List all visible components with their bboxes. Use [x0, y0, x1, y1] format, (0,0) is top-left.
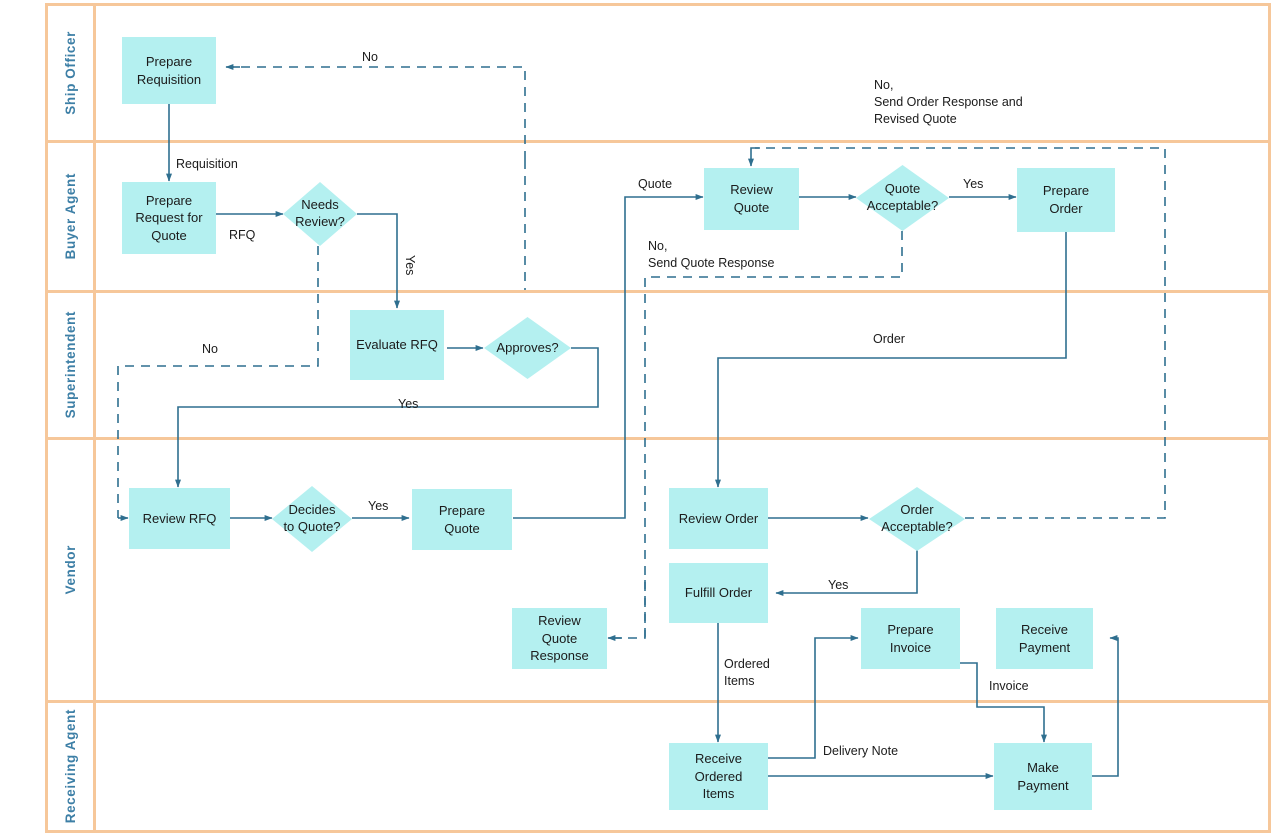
edge-label-no-needs-review: No — [202, 342, 218, 356]
edge-label-yes-needs-review: Yes — [402, 255, 417, 276]
node-make-payment[interactable]: Make Payment — [994, 743, 1092, 810]
node-label-prepare-quote: Prepare Quote — [438, 502, 486, 536]
node-prepare-requisition[interactable]: Prepare Requisition — [122, 37, 216, 104]
node-label-approves: Approves? — [496, 339, 559, 355]
node-receive-payment[interactable]: Receive Payment — [996, 608, 1093, 669]
node-label-prepare-request-quote: Prepare Request for Quote — [135, 192, 203, 243]
edge-no-top — [232, 66, 526, 160]
node-label-decides-to-quote: Decides to Quote? — [283, 502, 341, 534]
node-prepare-invoice[interactable]: Prepare Invoice — [861, 608, 960, 669]
swimlane-diagram: Ship Officer Buyer Agent Superintendent … — [0, 0, 1274, 836]
node-decides-to-quote[interactable]: Decides to Quote? — [272, 486, 352, 552]
edge-label-invoice: Invoice — [989, 679, 1029, 693]
node-review-order[interactable]: Review Order — [669, 488, 768, 549]
edge-label-yes-approves: Yes — [398, 397, 419, 411]
node-label-review-rfq: Review RFQ — [142, 510, 217, 526]
node-label-receive-payment: Receive Payment — [1018, 621, 1071, 655]
edge-label-no-send-quote-response: No, Send Quote Response — [648, 239, 775, 270]
node-label-review-quote-response: Review Quote Response — [530, 613, 589, 664]
node-label-prepare-order: Prepare Order — [1042, 183, 1090, 216]
edge-delivery-note — [768, 635, 859, 759]
connector-layer — [117, 63, 1166, 780]
node-review-quote[interactable]: Review Quote — [704, 168, 799, 230]
node-needs-review[interactable]: Needs Review? — [283, 182, 357, 246]
node-fulfill-order[interactable]: Fulfill Order — [669, 563, 768, 623]
node-label-fulfill-order: Fulfill Order — [684, 585, 753, 601]
edge-invoice — [960, 662, 1047, 743]
node-label-needs-review: Needs Review? — [295, 197, 345, 229]
node-label-make-payment: Make Payment — [1017, 759, 1069, 793]
edge-label-requisition: Requisition — [176, 157, 238, 171]
node-label-review-quote: Review Quote — [730, 182, 773, 215]
edge-label-quote: Quote — [638, 177, 673, 191]
edge-label-yes-order-acceptable: Yes — [828, 578, 849, 592]
edge-label-rfq: RFQ — [229, 228, 256, 242]
edge-label-no-send-order-response: No, Send Order Response and Revised Quot… — [874, 78, 1023, 126]
edge-label-yes-quote-acceptable: Yes — [963, 177, 984, 191]
node-review-rfq[interactable]: Review RFQ — [129, 488, 230, 549]
node-label-review-order: Review Order — [678, 510, 759, 526]
edge-no-send-order-response-arrow — [747, 147, 760, 167]
node-prepare-request-quote[interactable]: Prepare Request for Quote — [122, 182, 216, 254]
edge-label-delivery-note: Delivery Note — [823, 744, 899, 758]
edge-label-no-top: No — [362, 50, 378, 64]
edge-label-yes-decides-quote: Yes — [368, 499, 389, 513]
node-label-order-acceptable: Order Acceptable? — [881, 502, 953, 534]
node-prepare-quote[interactable]: Prepare Quote — [412, 489, 512, 550]
edge-label-order: Order — [873, 332, 905, 346]
edge-no-needs-review — [117, 246, 319, 518]
node-approves[interactable]: Approves? — [484, 317, 571, 379]
node-label-evaluate-rfq: Evaluate RFQ — [356, 337, 438, 353]
node-prepare-order[interactable]: Prepare Order — [1017, 168, 1115, 232]
node-quote-acceptable[interactable]: Quote Acceptable? — [856, 165, 949, 231]
node-order-acceptable[interactable]: Order Acceptable? — [869, 487, 965, 551]
node-label-prepare-requisition: Prepare Requisition — [136, 53, 202, 87]
node-label-prepare-invoice: Prepare Invoice — [887, 621, 934, 655]
node-review-quote-response[interactable]: Review Quote Response — [512, 608, 607, 669]
edge-label-ordered-items: Ordered Items — [724, 657, 770, 688]
node-receive-ordered-items[interactable]: Receive Ordered Items — [669, 743, 768, 810]
node-evaluate-rfq[interactable]: Evaluate RFQ — [350, 310, 444, 380]
node-label-receive-ordered-items: Receive Ordered Items — [694, 751, 743, 802]
node-label-quote-acceptable: Quote Acceptable? — [866, 181, 939, 213]
edge-make-to-receive-payment — [1092, 634, 1119, 777]
